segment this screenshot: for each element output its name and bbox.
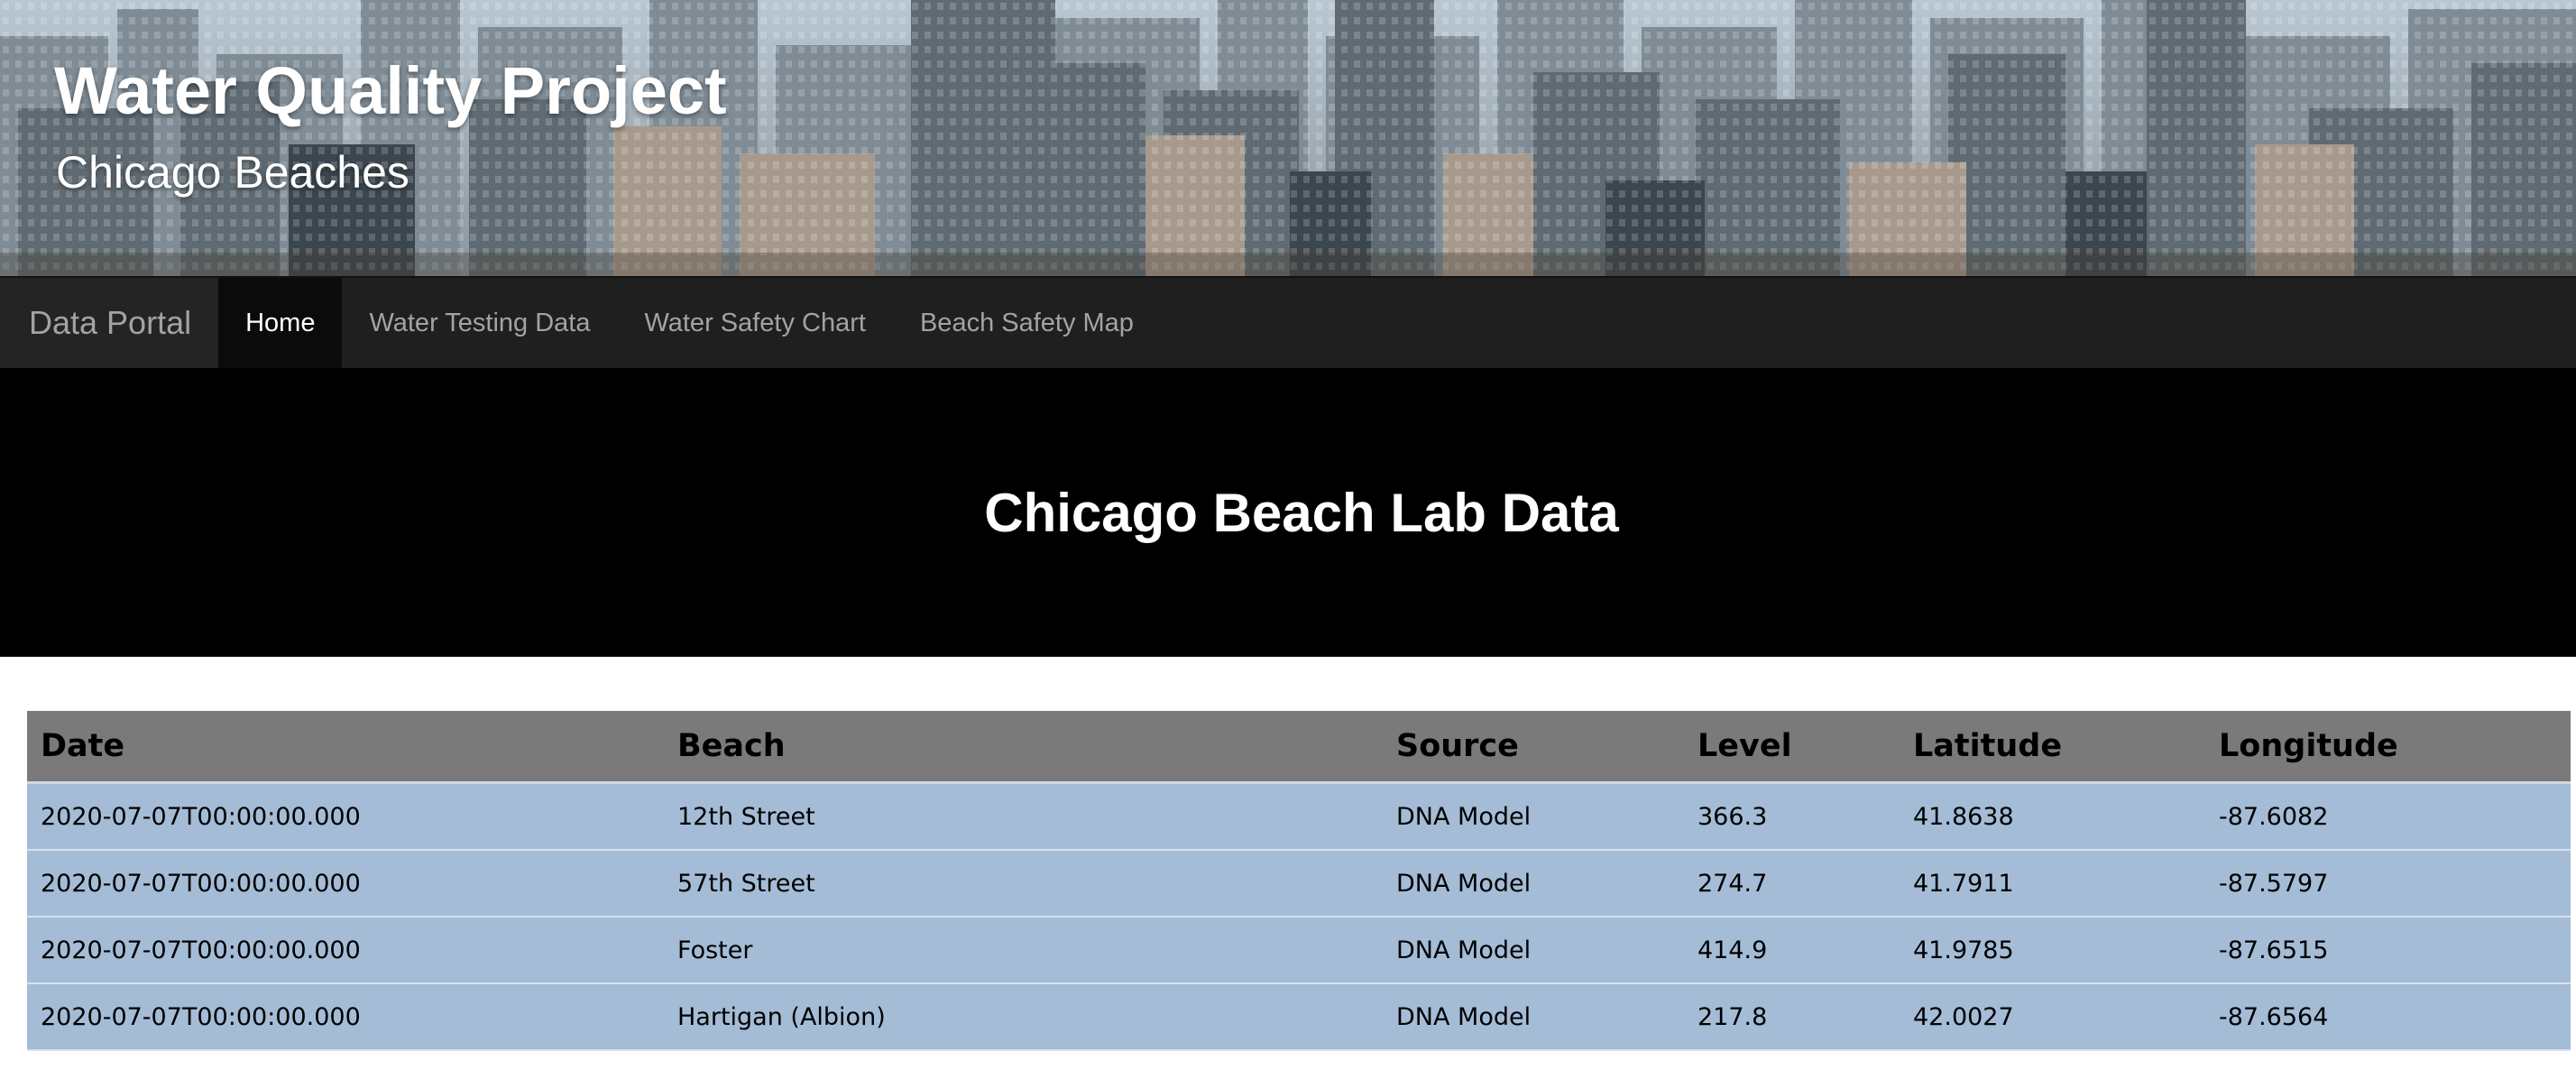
- cell-longitude: -87.6515: [2205, 917, 2571, 984]
- nav-water-safety-chart[interactable]: Water Safety Chart: [617, 278, 893, 368]
- beach-lab-data-table: Date Beach Source Level Latitude Longitu…: [27, 711, 2571, 1051]
- page-heading: Chicago Beach Lab Data: [984, 482, 1619, 543]
- column-header-date[interactable]: Date: [27, 711, 664, 784]
- cell-beach: Foster: [664, 917, 1383, 984]
- cell-beach: 57th Street: [664, 850, 1383, 918]
- cell-source: DNA Model: [1383, 850, 1684, 918]
- cell-longitude: -87.6564: [2205, 983, 2571, 1051]
- cell-latitude: 42.0027: [1900, 983, 2205, 1051]
- cell-latitude: 41.7911: [1900, 850, 2205, 918]
- navbar-brand[interactable]: Data Portal: [0, 278, 219, 368]
- cell-date: 2020-07-07T00:00:00.000: [27, 850, 664, 918]
- cell-level: 366.3: [1684, 782, 1900, 851]
- table-row: 2020-07-07T00:00:00.000 12th Street DNA …: [27, 782, 2571, 851]
- column-header-level[interactable]: Level: [1684, 711, 1900, 784]
- cell-beach: 12th Street: [664, 782, 1383, 851]
- cell-source: DNA Model: [1383, 983, 1684, 1051]
- cell-level: 414.9: [1684, 917, 1900, 984]
- table-row: 2020-07-07T00:00:00.000 Hartigan (Albion…: [27, 983, 2571, 1051]
- nav-beach-safety-map[interactable]: Beach Safety Map: [893, 278, 1161, 368]
- table-container: Date Beach Source Level Latitude Longitu…: [0, 657, 2576, 1051]
- cell-date: 2020-07-07T00:00:00.000: [27, 983, 664, 1051]
- cell-level: 217.8: [1684, 983, 1900, 1051]
- cell-date: 2020-07-07T00:00:00.000: [27, 917, 664, 984]
- column-header-beach[interactable]: Beach: [664, 711, 1383, 784]
- cell-source: DNA Model: [1383, 917, 1684, 984]
- column-header-longitude[interactable]: Longitude: [2205, 711, 2571, 784]
- cell-longitude: -87.6082: [2205, 782, 2571, 851]
- cell-source: DNA Model: [1383, 782, 1684, 851]
- site-subtitle: Chicago Beaches: [56, 146, 409, 198]
- nav-water-testing-data[interactable]: Water Testing Data: [342, 278, 617, 368]
- table-row: 2020-07-07T00:00:00.000 57th Street DNA …: [27, 850, 2571, 918]
- cell-longitude: -87.5797: [2205, 850, 2571, 918]
- cell-latitude: 41.8638: [1900, 782, 2205, 851]
- jumbotron: Chicago Beach Lab Data: [0, 368, 2576, 657]
- table-row: 2020-07-07T00:00:00.000 Foster DNA Model…: [27, 917, 2571, 984]
- cell-latitude: 41.9785: [1900, 917, 2205, 984]
- site-title: Water Quality Project: [54, 53, 727, 128]
- main-navbar: Data Portal Home Water Testing Data Wate…: [0, 276, 2576, 368]
- header-banner: Water Quality Project Chicago Beaches: [0, 0, 2576, 276]
- column-header-source[interactable]: Source: [1383, 711, 1684, 784]
- table-header-row: Date Beach Source Level Latitude Longitu…: [27, 711, 2571, 784]
- cell-level: 274.7: [1684, 850, 1900, 918]
- column-header-latitude[interactable]: Latitude: [1900, 711, 2205, 784]
- header-titles: Water Quality Project Chicago Beaches: [54, 56, 727, 198]
- cell-date: 2020-07-07T00:00:00.000: [27, 782, 664, 851]
- cell-beach: Hartigan (Albion): [664, 983, 1383, 1051]
- nav-home[interactable]: Home: [218, 278, 343, 368]
